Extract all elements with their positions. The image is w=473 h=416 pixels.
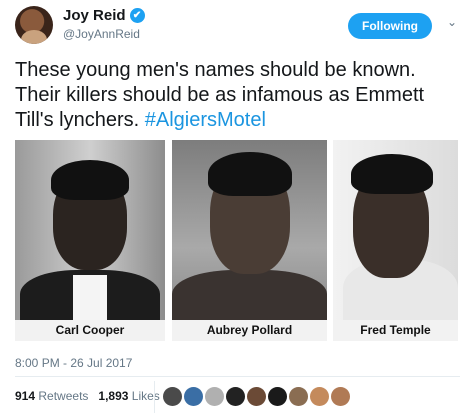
tweet-text: These young men's names should be known.… — [15, 58, 465, 133]
likes-label: Likes — [131, 389, 160, 403]
photo-carl-cooper[interactable] — [15, 140, 165, 320]
liker-avatar[interactable] — [289, 387, 308, 406]
author-display-name[interactable]: Joy Reid — [63, 7, 126, 24]
hashtag-link[interactable]: #AlgiersMotel — [145, 109, 266, 131]
tweet-stats: 914 Retweets 1,893 Likes — [15, 389, 160, 403]
author-handle[interactable]: @JoyAnnReid — [63, 27, 140, 41]
photo-caption: Aubrey Pollard — [172, 320, 327, 341]
tweet-header: Joy Reid ✔ @JoyAnnReid Following ⌄ — [15, 4, 460, 46]
retweets-count: 914 — [15, 389, 36, 403]
divider — [15, 376, 460, 377]
likes-count: 1,893 — [98, 389, 129, 403]
liker-avatar[interactable] — [205, 387, 224, 406]
liker-avatar[interactable] — [163, 387, 182, 406]
photo-caption: Carl Cooper — [15, 320, 165, 341]
retweets-stat[interactable]: 914 Retweets — [15, 389, 88, 403]
chevron-down-icon[interactable]: ⌄ — [447, 15, 457, 29]
tweet-media[interactable]: Carl Cooper Aubrey Pollard Fred Temple — [15, 140, 458, 341]
liker-avatar[interactable] — [268, 387, 287, 406]
author-name-row: Joy Reid ✔ — [63, 7, 145, 24]
liker-avatar[interactable] — [310, 387, 329, 406]
liker-avatar[interactable] — [247, 387, 266, 406]
liker-avatar[interactable] — [226, 387, 245, 406]
avatar[interactable] — [15, 6, 53, 44]
following-button[interactable]: Following — [348, 13, 432, 39]
retweets-label: Retweets — [38, 389, 89, 403]
photo-fred-temple[interactable] — [333, 140, 458, 320]
verified-badge-icon: ✔ — [129, 8, 145, 23]
likes-stat[interactable]: 1,893 Likes — [98, 389, 159, 403]
divider — [154, 381, 155, 413]
photo-aubrey-pollard[interactable] — [172, 140, 327, 320]
liker-avatars — [163, 387, 350, 406]
liker-avatar[interactable] — [184, 387, 203, 406]
liker-avatar[interactable] — [331, 387, 350, 406]
photo-caption: Fred Temple — [333, 320, 458, 341]
tweet-timestamp[interactable]: 8:00 PM - 26 Jul 2017 — [15, 356, 132, 370]
